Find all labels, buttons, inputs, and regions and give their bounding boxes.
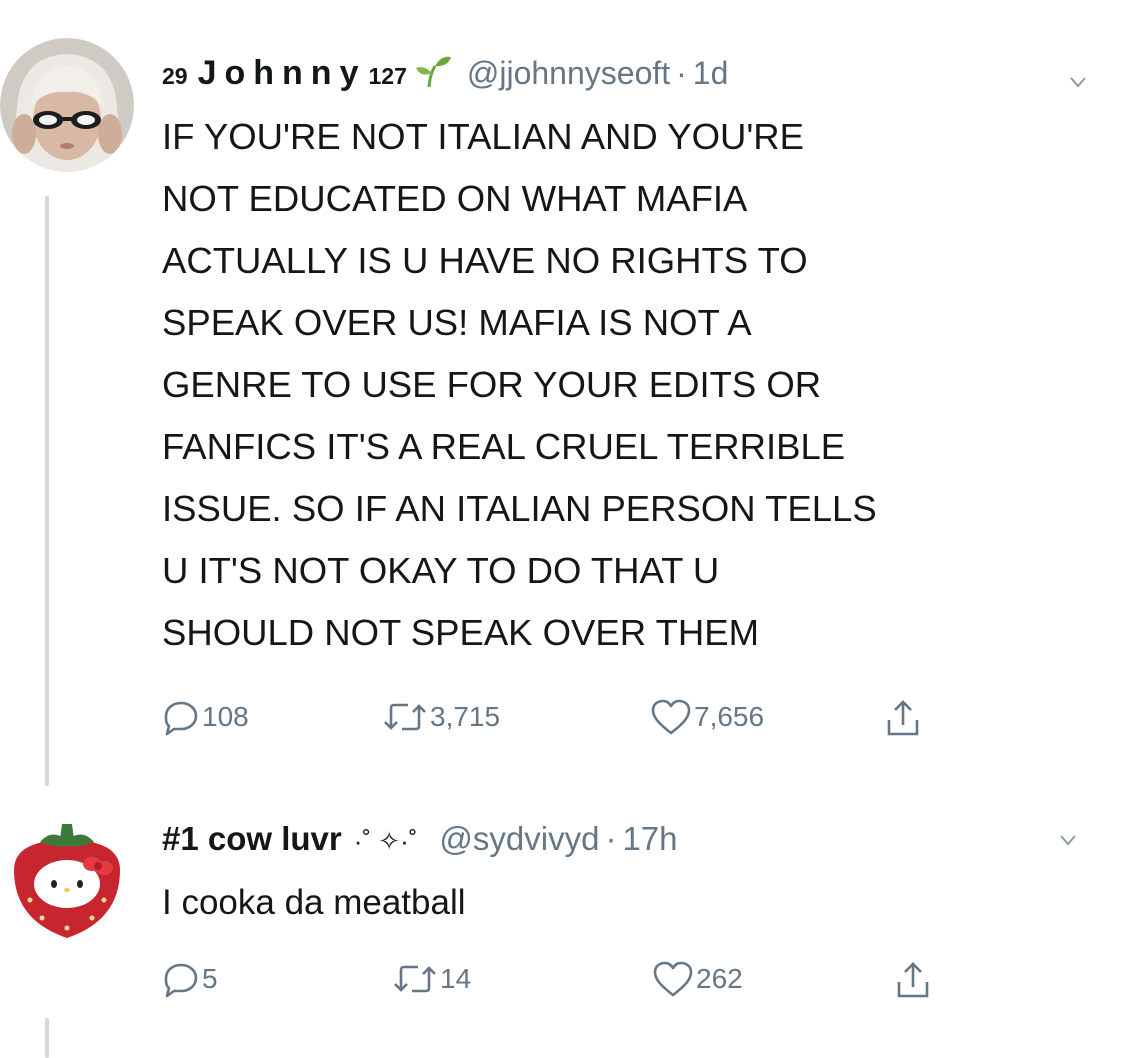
share-button[interactable] — [884, 698, 922, 738]
seedling-icon — [415, 54, 453, 93]
user-handle[interactable]: @jjohnnyseoft — [467, 55, 670, 92]
tweet-2[interactable]: #1 cow luvr ·˚ ✧·˚ @sydvivyd · 17h I coo… — [0, 800, 1125, 1058]
text-line: GENRE TO USE FOR YOUR EDITS OR — [162, 364, 822, 405]
avatar-johnny[interactable] — [0, 38, 134, 172]
display-name[interactable]: #1 cow luvr — [162, 820, 342, 858]
reply-icon — [164, 963, 198, 998]
retweet-icon — [384, 703, 426, 731]
reply-icon — [164, 701, 198, 736]
separator-dot: · — [605, 820, 617, 857]
reply-count: 108 — [202, 701, 249, 732]
name-suffix: 127 — [368, 63, 407, 89]
share-icon — [897, 962, 929, 998]
user-handle[interactable]: @sydvivyd — [439, 820, 599, 858]
name-decoration: ·˚ ✧·˚ — [353, 826, 418, 856]
text-line: IF YOU'RE NOT ITALIAN AND YOU'RE — [162, 116, 805, 157]
tweet-1[interactable]: 29 Johnny 127 @jjohnnyseoft · 1d IF YOU'… — [0, 0, 1125, 800]
tweet-text: I cooka da meatball — [162, 883, 466, 922]
like-count: 262 — [696, 963, 743, 994]
tweet-header: 29 Johnny 127 @jjohnnyseoft · 1d — [162, 54, 728, 93]
text-line: ACTUALLY IS U HAVE NO RIGHTS TO — [162, 240, 808, 281]
thread-line — [45, 1018, 49, 1058]
text-line: NOT EDUCATED ON WHAT MAFIA — [162, 178, 748, 219]
tweet-actions: 108 3,715 7,656 — [162, 698, 962, 742]
separator-dot: · — [676, 55, 687, 91]
text-line: FANFICS IT'S A REAL CRUEL TERRIBLE — [162, 426, 846, 467]
chevron-down-icon[interactable] — [1068, 72, 1088, 92]
retweet-count: 3,715 — [430, 701, 501, 732]
text-line: SHOULD NOT SPEAK OVER THEM — [162, 612, 759, 653]
like-button[interactable]: 262 — [652, 960, 743, 998]
reply-button[interactable]: 5 — [162, 960, 218, 998]
tweet-actions: 5 14 262 — [162, 960, 962, 1004]
share-icon — [887, 700, 919, 736]
share-button[interactable] — [894, 960, 932, 1000]
tweet-text: IF YOU'RE NOT ITALIAN AND YOU'RE NOT EDU… — [162, 106, 877, 664]
display-name[interactable]: Johnny — [198, 54, 367, 93]
reply-button[interactable]: 108 — [162, 698, 249, 736]
tweet-time[interactable]: 17h — [622, 820, 677, 858]
text-line: SPEAK OVER US! MAFIA IS NOT A — [162, 302, 752, 343]
text-line: U IT'S NOT OKAY TO DO THAT U — [162, 550, 720, 591]
like-button[interactable]: 7,656 — [650, 698, 764, 736]
heart-icon — [653, 961, 693, 997]
retweet-count: 14 — [440, 963, 472, 994]
retweet-icon — [394, 965, 436, 993]
chevron-down-icon[interactable] — [1058, 830, 1078, 850]
heart-icon — [651, 699, 691, 735]
tweet-time[interactable]: 1d — [693, 55, 729, 92]
text-line: ISSUE. SO IF AN ITALIAN PERSON TELLS — [162, 488, 877, 529]
avatar-sydvivyd[interactable] — [0, 810, 134, 944]
retweet-button[interactable]: 3,715 — [382, 698, 500, 736]
retweet-button[interactable]: 14 — [392, 960, 471, 998]
reply-count: 5 — [202, 963, 218, 994]
thread-line — [45, 196, 49, 786]
like-count: 7,656 — [694, 701, 765, 732]
tweet-header: #1 cow luvr ·˚ ✧·˚ @sydvivyd · 17h — [162, 820, 678, 858]
name-prefix: 29 — [162, 63, 188, 89]
